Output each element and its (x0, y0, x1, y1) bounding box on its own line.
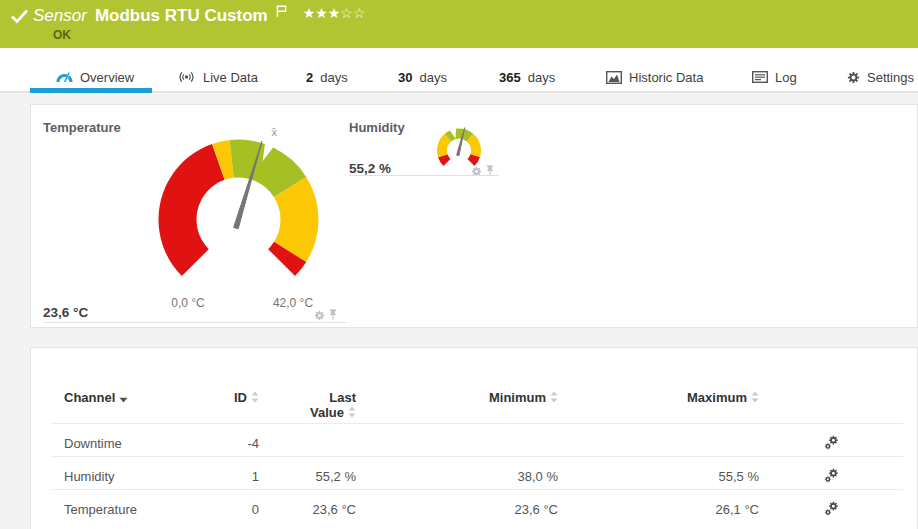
priority-flag-icon[interactable] (276, 3, 287, 21)
tab-365-days[interactable]: 365days (499, 64, 555, 90)
channel-id: 0 (181, 489, 259, 522)
object-kind-label: Sensor (33, 6, 87, 26)
pin-icon[interactable] (485, 163, 495, 181)
last-value: 23,6 °C (259, 489, 356, 522)
column-header-maximum[interactable]: Maximum (558, 348, 759, 423)
tab-2-days[interactable]: 2days (306, 64, 348, 90)
minimum-value (356, 423, 558, 456)
channel-id: 1 (181, 456, 259, 489)
channel-row-humidity[interactable]: Humidity155,2 %38,0 %55,5 % (51, 456, 903, 489)
gear-icon[interactable] (471, 163, 482, 181)
status-check-icon (10, 8, 29, 28)
maximum-value: 26,1 °C (558, 489, 759, 522)
tab-log[interactable]: Log (752, 64, 797, 90)
channel-row-downtime[interactable]: Downtime-4 (51, 423, 903, 456)
column-header-minimum[interactable]: Minimum (356, 348, 558, 423)
channel-name: Downtime (51, 423, 181, 456)
minimum-value: 38,0 % (356, 456, 558, 489)
channel-settings-cell (759, 456, 903, 489)
channel-table-panel: ChannelIDLastValueMinimumMaximum Downtim… (30, 347, 918, 529)
log-icon (752, 71, 768, 83)
active-tab-indicator (30, 88, 152, 93)
priority-stars[interactable]: ★★★☆☆ (303, 5, 366, 21)
sensor-name: Modbus RTU Custom (95, 6, 268, 26)
temperature-gauge: x̄ (151, 125, 331, 287)
tab-live-data[interactable]: Live Data (177, 64, 258, 90)
channel-name: Humidity (51, 456, 181, 489)
last-value (259, 423, 356, 456)
gauge-value: 23,6 °C (43, 305, 88, 320)
channel-name: Temperature (51, 489, 181, 522)
gauge-title: Humidity (349, 120, 405, 135)
tab-settings[interactable]: Settings (847, 64, 914, 90)
status-badge: OK (53, 28, 71, 42)
maximum-value (558, 423, 759, 456)
tab-30-days[interactable]: 30days (398, 64, 447, 90)
channel-settings-icon[interactable] (824, 471, 839, 486)
svg-text:x̄: x̄ (271, 127, 277, 138)
gauge-icon (56, 70, 73, 85)
gauges-panel: Temperaturex̄0,0 °C42,0 °C23,6 °C Humidi… (30, 104, 918, 328)
minimum-value: 23,6 °C (356, 489, 558, 522)
gauge-min-label: 0,0 °C (148, 296, 228, 310)
gauge-value: 55,2 % (349, 161, 391, 176)
last-value: 55,2 % (259, 456, 356, 489)
tab-bar: Overview Live Data 2days 30days 365days Histo… (0, 48, 918, 93)
channel-settings-cell (759, 489, 903, 522)
tile-divider (349, 175, 499, 176)
tab-overview[interactable]: Overview (56, 64, 134, 90)
sensor-header: Sensor Modbus RTU Custom ★★★☆☆ OK (0, 0, 918, 48)
channel-id: -4 (181, 423, 259, 456)
channel-settings-icon[interactable] (824, 438, 839, 453)
area-chart-icon (606, 71, 622, 84)
gear-icon (847, 71, 860, 84)
gauge-title: Temperature (43, 120, 121, 135)
column-header-actions (759, 348, 903, 423)
channel-table-header: ChannelIDLastValueMinimumMaximum (51, 348, 903, 423)
channel-settings-icon[interactable] (824, 504, 839, 519)
tab-historic-data[interactable]: Historic Data (606, 64, 703, 90)
column-header-channel[interactable]: Channel (51, 348, 181, 423)
maximum-value: 55,5 % (558, 456, 759, 489)
column-header-id[interactable]: ID (181, 348, 259, 423)
column-header-last-value[interactable]: LastValue (259, 348, 356, 423)
broadcast-icon (177, 70, 196, 84)
channel-settings-cell (759, 423, 903, 456)
tile-divider (43, 322, 346, 323)
channel-table: ChannelIDLastValueMinimumMaximum Downtim… (51, 348, 903, 522)
channel-row-temperature[interactable]: Temperature023,6 °C23,6 °C26,1 °C (51, 489, 903, 522)
